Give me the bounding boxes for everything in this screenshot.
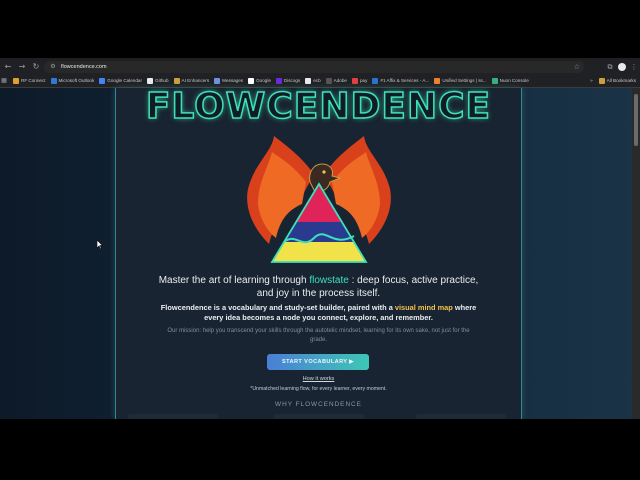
feature-card xyxy=(128,414,218,419)
bookmark-label: Unified Settings | ss... xyxy=(442,78,487,83)
lead-text-1: Master the art of learning through xyxy=(158,275,310,286)
bookmark-favicon-icon xyxy=(325,77,332,84)
menu-icon[interactable]: ⋮ xyxy=(628,61,640,73)
start-vocabulary-button[interactable]: START VOCABULARY ▶ xyxy=(267,354,369,370)
hero-lead: Master the art of learning through flows… xyxy=(156,274,481,300)
bookmark-item[interactable]: Nuon Console xyxy=(491,77,529,84)
bookmark-favicon-icon xyxy=(434,77,441,84)
back-icon[interactable]: ← xyxy=(2,61,14,73)
triangle-yellow xyxy=(272,242,366,262)
bookmark-label: #1 Affix & Services - A... xyxy=(380,78,430,83)
bookmark-label: Microsoft Outlook xyxy=(58,78,95,83)
bookmark-item[interactable]: RF Connect xyxy=(13,77,46,84)
scrollbar-thumb[interactable] xyxy=(634,94,638,146)
why-section-heading: WHY FLOWCENDENCE xyxy=(275,401,362,408)
bookmark-favicon-icon xyxy=(491,77,498,84)
bookmark-item[interactable]: Google Calendar xyxy=(99,77,142,84)
bookmark-favicon-icon xyxy=(50,77,57,84)
all-bookmarks-link[interactable]: All Bookmarks xyxy=(607,78,636,83)
bookmark-star-icon[interactable]: ☆ xyxy=(574,61,580,73)
browser-toolbar: ← → ↻ ⚙ flowcendence.com ☆ ⧉ ⋮ xyxy=(0,60,640,74)
bookmark-item[interactable]: Discogs xyxy=(275,77,301,84)
url-text: flowcendence.com xyxy=(61,64,107,70)
bookmark-label: Google xyxy=(256,78,271,83)
reload-icon[interactable]: ↻ xyxy=(30,61,42,73)
mission-statement: Our mission: help you transcend your ski… xyxy=(167,328,470,343)
bookmark-favicon-icon xyxy=(147,77,153,84)
how-it-works-link[interactable]: How it works xyxy=(116,376,521,382)
bookmark-favicon-icon xyxy=(248,77,255,84)
feature-card xyxy=(274,414,364,419)
lead-highlight: flowstate xyxy=(309,275,349,286)
phoenix-triangle-logo xyxy=(247,136,391,263)
bookmark-item[interactable]: AI Enhancers xyxy=(173,77,210,84)
bookmark-favicon-icon xyxy=(372,77,379,84)
feature-card xyxy=(416,414,506,419)
bookmark-label: pay xyxy=(359,78,368,83)
site-logo[interactable]: FLOWCENDENCE xyxy=(116,85,521,128)
extensions-icon[interactable]: ⧉ xyxy=(604,61,616,73)
bookmark-favicon-icon xyxy=(214,77,221,84)
phoenix-eye xyxy=(322,170,326,174)
mouse-cursor-icon xyxy=(97,240,103,249)
bookmark-label: Nuon Console xyxy=(499,78,529,83)
folder-icon xyxy=(598,77,605,84)
forward-icon[interactable]: → xyxy=(16,61,28,73)
bookmark-item[interactable]: ecb xyxy=(305,77,321,84)
bookmark-item[interactable]: Microsoft Outlook xyxy=(50,77,95,84)
bookmark-favicon-icon xyxy=(305,77,312,84)
bookmark-item[interactable]: Messages xyxy=(214,77,244,84)
profile-avatar[interactable] xyxy=(618,63,626,71)
hero-description: Flowcendence is a vocabulary and study-s… xyxy=(156,303,481,323)
address-bar[interactable]: ⚙ flowcendence.com ☆ xyxy=(44,61,584,73)
bookmark-item[interactable]: #1 Affix & Services - A... xyxy=(372,77,430,84)
apps-icon[interactable]: ▦ xyxy=(0,75,8,87)
bookmark-favicon-icon xyxy=(173,77,180,84)
bookmark-label: Github xyxy=(155,78,169,83)
page-viewport: FLOWCENDENCE Master the art of learning … xyxy=(0,85,640,419)
desc-highlight: visual mind map xyxy=(394,303,453,312)
browser-window: ← → ↻ ⚙ flowcendence.com ☆ ⧉ ⋮ ▦ RF Conn… xyxy=(0,58,640,419)
bookmarks-overflow-icon[interactable]: » xyxy=(590,78,593,83)
bookmark-favicon-icon xyxy=(13,77,19,84)
tagline-note: *Unmatched learning flow, for every lear… xyxy=(250,386,387,392)
hero-panel: FLOWCENDENCE Master the art of learning … xyxy=(115,85,522,419)
bookmark-item[interactable]: Unified Settings | ss... xyxy=(434,77,487,84)
bookmark-label: ecb xyxy=(313,78,321,83)
desc-text-1: Flowcendence is a vocabulary and study-s… xyxy=(160,303,395,312)
bookmark-label: RF Connect xyxy=(21,78,46,83)
bookmark-item[interactable]: Adobe xyxy=(325,77,347,84)
bookmark-favicon-icon xyxy=(351,77,358,84)
bookmark-item[interactable]: Google xyxy=(248,77,271,84)
bookmark-label: Adobe xyxy=(333,78,347,83)
bookmark-favicon-icon xyxy=(99,77,106,84)
bookmark-label: AI Enhancers xyxy=(181,78,210,83)
bookmark-item[interactable]: pay xyxy=(351,77,368,84)
site-info-icon[interactable]: ⚙ xyxy=(48,62,58,72)
bookmark-label: Google Calendar xyxy=(107,78,142,83)
bookmark-label: Messages xyxy=(222,78,244,83)
bookmark-label: Discogs xyxy=(283,78,301,83)
bookmark-favicon-icon xyxy=(275,77,282,84)
page-scrollbar[interactable] xyxy=(632,88,640,419)
bookmark-item[interactable]: Github xyxy=(147,77,169,84)
